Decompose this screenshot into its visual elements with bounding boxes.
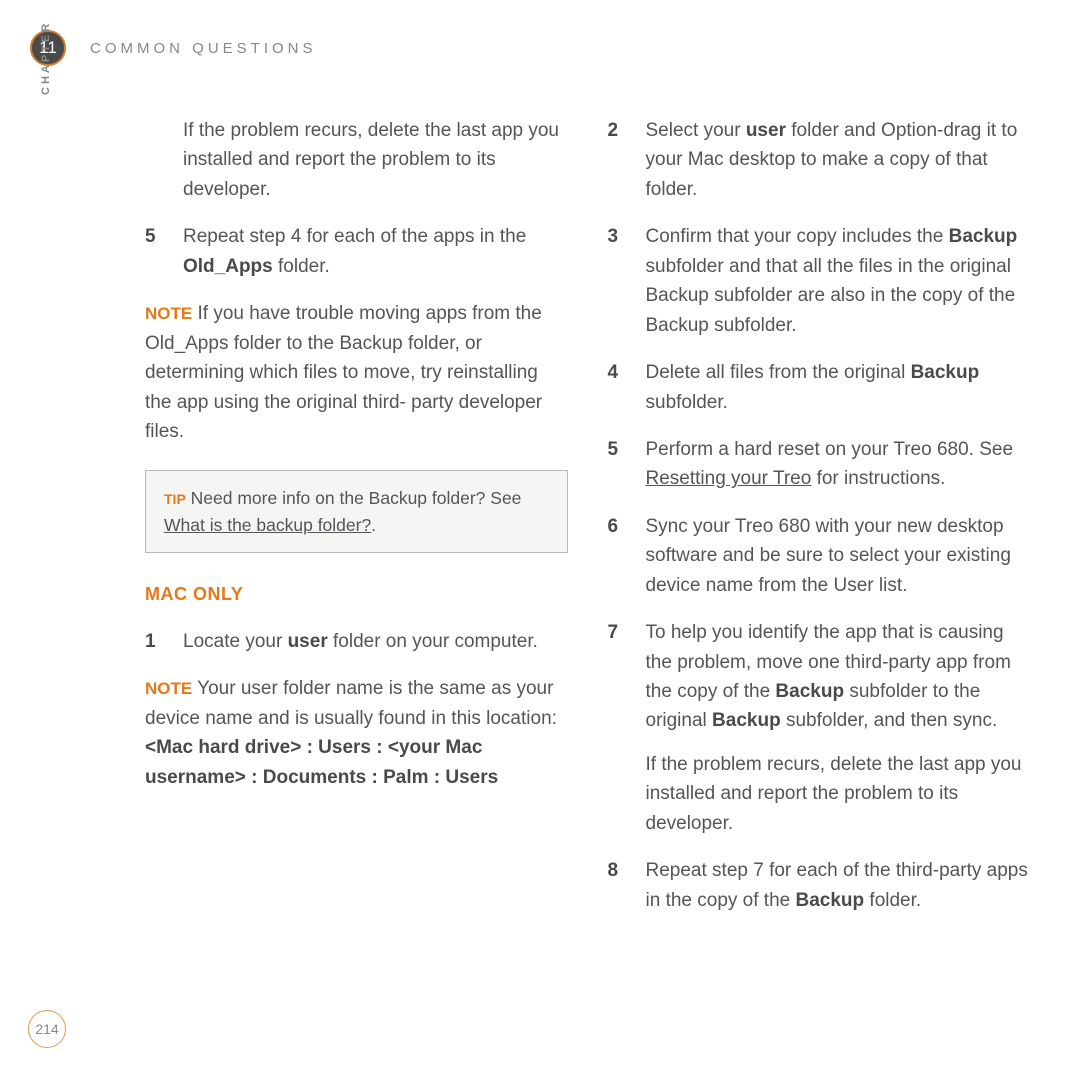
- step-2: 2 Select your user folder and Option-dra…: [608, 116, 1031, 204]
- note-label: NOTE: [145, 304, 192, 323]
- step-number: 8: [608, 856, 646, 915]
- page-header: 11 COMMON QUESTIONS: [30, 30, 1030, 66]
- step-5-right: 5 Perform a hard reset on your Treo 680.…: [608, 435, 1031, 494]
- content-area: If the problem recurs, delete the last a…: [145, 116, 1030, 933]
- tip-box: TIP Need more info on the Backup folder?…: [145, 470, 568, 553]
- left-column: If the problem recurs, delete the last a…: [145, 116, 568, 933]
- step-8: 8 Repeat step 7 for each of the third-pa…: [608, 856, 1031, 915]
- step-text: Perform a hard reset on your Treo 680. S…: [646, 435, 1031, 494]
- mac-only-heading: MAC ONLY: [145, 581, 568, 609]
- step-4: 4 Delete all files from the original Bac…: [608, 358, 1031, 417]
- step-text: Confirm that your copy includes the Back…: [646, 222, 1031, 340]
- note-bold: <Mac hard drive> : Users : <your Mac use…: [145, 737, 498, 787]
- step-text: To help you identify the app that is cau…: [646, 618, 1031, 838]
- step-3: 3 Confirm that your copy includes the Ba…: [608, 222, 1031, 340]
- tip-text-a: Need more info on the Backup folder? See: [186, 488, 522, 508]
- step-number: 5: [608, 435, 646, 494]
- header-title: COMMON QUESTIONS: [90, 40, 317, 57]
- step-5-left: 5 Repeat step 4 for each of the apps in …: [145, 222, 568, 281]
- step-number: 2: [608, 116, 646, 204]
- step-text: Sync your Treo 680 with your new desktop…: [646, 512, 1031, 600]
- step-number: 4: [608, 358, 646, 417]
- note-label: NOTE: [145, 679, 192, 698]
- step-text: Repeat step 7 for each of the third-part…: [646, 856, 1031, 915]
- step-7-para2: If the problem recurs, delete the last a…: [646, 750, 1031, 838]
- right-column: 2 Select your user folder and Option-dra…: [608, 116, 1031, 933]
- step-1: 1 Locate your user folder on your comput…: [145, 627, 568, 656]
- step-7: 7 To help you identify the app that is c…: [608, 618, 1031, 838]
- page-number-badge: 214: [28, 1010, 66, 1048]
- tip-text-b: .: [371, 515, 376, 535]
- resetting-link[interactable]: Resetting your Treo: [646, 468, 812, 489]
- intro-paragraph: If the problem recurs, delete the last a…: [183, 116, 568, 204]
- note-text-a: Your user folder name is the same as you…: [145, 678, 557, 728]
- step-text: Repeat step 4 for each of the apps in th…: [183, 222, 568, 281]
- note-text: If you have trouble moving apps from the…: [145, 303, 542, 442]
- step-number: 1: [145, 627, 183, 656]
- note-1: NOTE If you have trouble moving apps fro…: [145, 299, 568, 446]
- tip-link[interactable]: What is the backup folder?: [164, 515, 371, 535]
- chapter-vertical-label: CHAPTER: [40, 21, 52, 95]
- note-2: NOTE Your user folder name is the same a…: [145, 674, 568, 792]
- step-number: 3: [608, 222, 646, 340]
- step-number: 6: [608, 512, 646, 600]
- step-6: 6 Sync your Treo 680 with your new deskt…: [608, 512, 1031, 600]
- step-number: 7: [608, 618, 646, 838]
- step-text: Delete all files from the original Backu…: [646, 358, 1031, 417]
- tip-label: TIP: [164, 491, 186, 507]
- step-text: Locate your user folder on your computer…: [183, 627, 568, 656]
- step-number: 5: [145, 222, 183, 281]
- step-text: Select your user folder and Option-drag …: [646, 116, 1031, 204]
